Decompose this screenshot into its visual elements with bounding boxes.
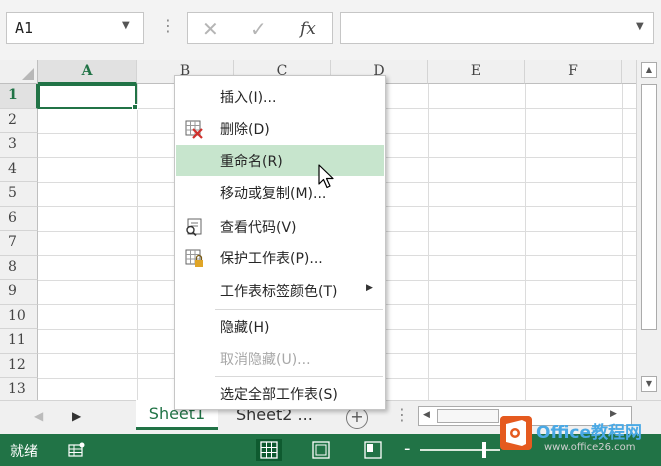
menu-item-select-all-sheets[interactable]: 选定全部工作表(S) (176, 378, 384, 409)
row-header[interactable]: 4 (0, 157, 38, 182)
row-header[interactable]: 6 (0, 206, 38, 231)
row-header[interactable]: 11 (0, 329, 38, 354)
protect-sheet-icon (185, 249, 203, 267)
view-code-icon (186, 218, 202, 237)
page-break-preview-icon (364, 441, 382, 459)
previous-sheet-icon[interactable]: ◀ (34, 409, 43, 423)
sheet-context-menu: 插入(I)... 删除(D) 重命名(R) 移动或复制(M)... 查看代码(V… (174, 75, 386, 410)
expand-formula-bar-icon[interactable]: ▼ (636, 21, 644, 32)
menu-item-label: 删除(D) (220, 122, 270, 138)
row-header[interactable]: 13 (0, 378, 38, 400)
normal-view-icon (260, 441, 278, 459)
menu-item-label: 重命名(R) (220, 154, 283, 170)
column-header-g[interactable] (622, 60, 636, 84)
page-layout-view-button[interactable] (308, 439, 334, 461)
page-break-view-button[interactable] (360, 439, 386, 461)
active-cell-a1[interactable] (38, 84, 137, 109)
enter-icon[interactable]: ✓ (250, 17, 267, 41)
watermark-text: Office教程网 (536, 423, 643, 443)
watermark-url: www.office26.com (544, 442, 636, 453)
menu-item-tab-color[interactable]: 工作表标签颜色(T) ▶ (176, 275, 384, 306)
page-layout-icon (312, 441, 330, 459)
scroll-left-icon[interactable]: ◀ (423, 410, 430, 420)
zoom-slider-thumb[interactable] (482, 442, 486, 458)
menu-item-label: 取消隐藏(U)... (220, 352, 311, 368)
select-all-button[interactable] (0, 60, 38, 84)
mouse-pointer-icon (318, 164, 334, 189)
menu-separator (215, 309, 383, 310)
scroll-down-icon[interactable]: ▼ (641, 376, 657, 392)
menu-item-delete[interactable]: 删除(D) (176, 113, 384, 144)
cancel-icon[interactable]: ✕ (202, 17, 219, 41)
menu-item-label: 工作表标签颜色(T) (220, 284, 338, 300)
tab-splitter-icon[interactable]: ⋮ (394, 405, 410, 424)
name-box-dropdown-icon[interactable]: ▼ (122, 20, 130, 31)
menu-item-view-code[interactable]: 查看代码(V) (176, 211, 384, 242)
formula-bar-grip-icon: ⋮ (160, 16, 176, 35)
zoom-slider[interactable] (420, 449, 500, 451)
macro-recording-icon[interactable] (68, 442, 86, 458)
menu-item-label: 保护工作表(P)... (220, 251, 323, 267)
fill-handle[interactable] (132, 104, 138, 110)
submenu-arrow-icon: ▶ (366, 283, 373, 293)
status-text: 就绪 (10, 444, 38, 460)
column-header-e[interactable]: E (428, 60, 525, 84)
zoom-out-button[interactable]: - (404, 438, 411, 459)
menu-item-label: 选定全部工作表(S) (220, 387, 338, 403)
office-logo-icon (500, 416, 532, 450)
column-header-f[interactable]: F (525, 60, 622, 84)
row-header[interactable]: 10 (0, 304, 38, 329)
scroll-up-icon[interactable]: ▲ (641, 62, 657, 78)
row-header[interactable]: 9 (0, 280, 38, 305)
row-header[interactable]: 12 (0, 353, 38, 378)
row-header[interactable]: 2 (0, 108, 38, 133)
normal-view-button[interactable] (256, 439, 282, 461)
menu-separator (215, 376, 383, 377)
menu-item-insert[interactable]: 插入(I)... (176, 81, 384, 112)
horizontal-scroll-thumb[interactable] (437, 409, 499, 423)
vertical-scrollbar[interactable]: ▲ ▼ (636, 60, 661, 400)
menu-item-protect-sheet[interactable]: 保护工作表(P)... (176, 242, 384, 273)
formula-input[interactable] (340, 12, 654, 44)
menu-item-move-or-copy[interactable]: 移动或复制(M)... (176, 177, 384, 208)
menu-item-unhide: 取消隐藏(U)... (176, 343, 384, 374)
row-header[interactable]: 3 (0, 133, 38, 158)
menu-item-label: 隐藏(H) (220, 320, 270, 336)
delete-sheet-icon (185, 120, 203, 139)
next-sheet-icon[interactable]: ▶ (72, 409, 81, 423)
insert-function-icon[interactable]: fx (300, 19, 316, 39)
add-sheet-button[interactable]: + (346, 407, 368, 429)
row-header[interactable]: 5 (0, 182, 38, 207)
menu-item-label: 移动或复制(M)... (220, 186, 327, 202)
menu-item-label: 查看代码(V) (220, 220, 297, 236)
row-header[interactable]: 8 (0, 255, 38, 280)
column-header-a[interactable]: A (38, 60, 137, 84)
formula-bar-buttons: ✕ ✓ fx (187, 12, 333, 44)
menu-item-label: 插入(I)... (220, 90, 277, 106)
row-header[interactable]: 7 (0, 231, 38, 256)
menu-item-rename[interactable]: 重命名(R) (176, 145, 384, 176)
row-header[interactable]: 1 (0, 84, 38, 109)
formula-bar: A1 ▼ ⋮ ✕ ✓ fx ▼ (0, 0, 661, 60)
vertical-scroll-thumb[interactable] (641, 84, 657, 330)
menu-item-hide[interactable]: 隐藏(H) (176, 311, 384, 342)
